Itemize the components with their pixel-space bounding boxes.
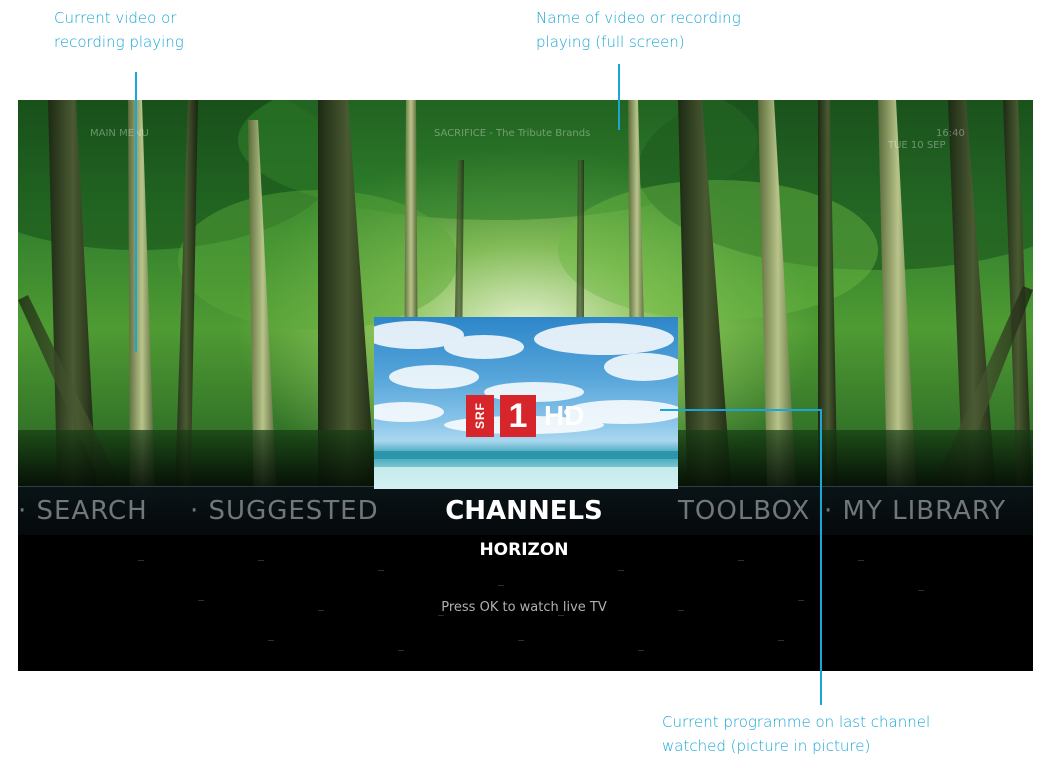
callout-current-programme: Current programme on last channel watche…: [662, 710, 930, 758]
menu-item-channels[interactable]: CHANNELS: [374, 496, 674, 526]
callout-line-current-video: [135, 72, 137, 352]
video-name-label: SACRIFICE - The Tribute Brands: [434, 128, 591, 139]
main-menu-label: MAIN MENU: [90, 128, 149, 139]
logo-number: 1: [500, 395, 536, 437]
picture-in-picture[interactable]: SRF 1 HD: [374, 317, 678, 489]
menu-item-my-library[interactable]: · MY LIBRARY: [824, 496, 1006, 526]
callout-video-name: Name of video or recording playing (full…: [536, 6, 741, 54]
callout-line-video-name: [618, 64, 620, 130]
menu-item-search[interactable]: · SEARCH: [18, 496, 148, 526]
callout-line-pip-vertical: [820, 409, 822, 705]
logo-hd: HD: [544, 400, 585, 431]
clock-time: 16:40: [936, 128, 965, 139]
callout-current-video: Current video or recording playing: [54, 6, 184, 54]
callout-video-name-line2: playing (full screen): [536, 33, 685, 51]
callout-current-programme-line2: watched (picture in picture): [662, 737, 871, 755]
callout-current-video-line2: recording playing: [54, 33, 184, 51]
callout-line-pip-horizontal: [660, 409, 821, 411]
clock-date: TUE 10 SEP: [888, 140, 946, 151]
callout-current-video-line1: Current video or: [54, 9, 177, 27]
menu-item-toolbox[interactable]: TOOLBOX: [678, 496, 810, 526]
channel-logo: SRF 1 HD: [466, 395, 584, 437]
callout-video-name-line1: Name of video or recording: [536, 9, 741, 27]
logo-srf: SRF: [466, 395, 494, 437]
menu-subtitle: HORIZON: [479, 540, 569, 560]
menu-hint: Press OK to watch live TV: [441, 600, 607, 615]
callout-current-programme-line1: Current programme on last channel: [662, 713, 931, 731]
tv-screen: MAIN MENU SACRIFICE - The Tribute Brands…: [18, 100, 1033, 671]
menu-item-suggested[interactable]: · SUGGESTED: [190, 496, 379, 526]
